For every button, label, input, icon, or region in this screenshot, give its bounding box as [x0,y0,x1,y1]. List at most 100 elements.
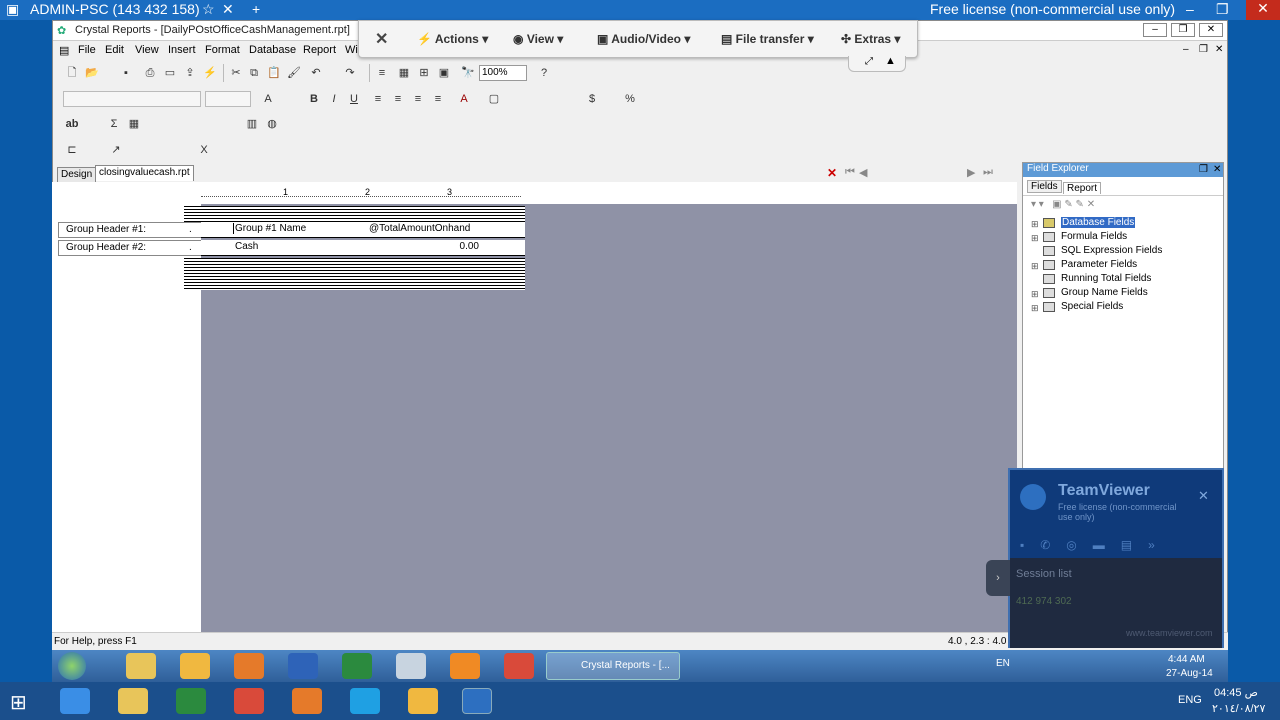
word-icon[interactable] [288,653,318,679]
star-icon[interactable]: ☆ [202,1,215,18]
close-tab-icon[interactable]: ✕ [222,1,234,18]
group-header-1-label[interactable]: Group Header #1: . [58,222,202,238]
next-page-icon[interactable]: ▶ [967,166,975,179]
close-icon[interactable]: ✕ [1246,0,1280,20]
chrome-icon[interactable] [504,653,534,679]
menu-window[interactable]: Wi [345,44,358,56]
percent-icon[interactable]: % [623,92,637,106]
report-explorer-icon[interactable]: ⊞ [417,66,431,80]
open-icon[interactable]: 📂 [85,66,99,80]
summary-icon[interactable]: Σ [107,117,121,131]
help-icon[interactable]: ? [537,66,551,80]
clock-date[interactable]: ٢٠١٤/٠٨/٢٧ [1212,702,1265,715]
repository-icon[interactable]: ▣ [437,66,451,80]
taskbar-crystal-reports[interactable]: Crystal Reports - [... [546,652,680,680]
prev-page-icon[interactable]: ◀ [859,166,867,179]
chrome-icon[interactable] [234,688,264,714]
format-painter-icon[interactable]: 🖌 [287,66,301,80]
grow-font-icon[interactable]: A [261,92,275,106]
export-icon[interactable]: ⇪ [183,66,197,80]
clock-date[interactable]: 27-Aug-14 [1166,668,1213,679]
outlook-icon[interactable] [408,688,438,714]
tv-panel-toggle[interactable]: › [986,560,1010,596]
close-session-icon[interactable]: ✕ [375,29,388,49]
tree-sql-expression-fields[interactable]: SQL Expression Fields [1061,245,1162,256]
group-expert-icon[interactable]: ⊏ [65,143,79,157]
media-player-icon[interactable] [450,653,480,679]
menu-edit[interactable]: Edit [105,44,124,56]
minimize-icon[interactable]: – [1143,23,1167,37]
mdi-close-icon[interactable]: ✕ [1215,44,1223,55]
font-size-select[interactable] [205,91,251,107]
menu-database[interactable]: Database [249,44,296,56]
tab-report[interactable]: Report [1063,182,1102,194]
restore-icon[interactable]: ❐ [1171,23,1195,37]
explorer-icon[interactable] [118,688,148,714]
tv-view-menu[interactable]: ◉ View ▾ [513,32,563,46]
copy-icon[interactable]: ⧉ [247,66,261,80]
menu-insert[interactable]: Insert [168,44,196,56]
group-tree-icon[interactable]: ≡ [375,66,389,80]
minimize-icon[interactable]: – [1186,1,1194,17]
tree-formula-fields[interactable]: Formula Fields [1061,231,1127,242]
print-icon[interactable]: ⎙ [143,66,157,80]
close-icon[interactable]: ✕ [1199,23,1223,37]
start-button[interactable] [58,652,86,680]
justify-icon[interactable]: ≡ [431,92,445,106]
align-left-icon[interactable]: ≡ [371,92,385,106]
mdi-restore-icon[interactable]: ❐ [1199,44,1208,55]
font-name-select[interactable] [63,91,201,107]
store-icon[interactable] [176,688,206,714]
chart-icon[interactable]: ▥ [245,117,259,131]
mdi-minimize-icon[interactable]: – [1183,44,1189,55]
formula-icon[interactable]: X [197,143,211,157]
underline-icon[interactable]: U [347,92,361,106]
tree-database-fields[interactable]: Database Fields [1061,217,1136,228]
pin-icon[interactable]: ❐ [1199,164,1208,175]
total-amount-field[interactable]: @TotalAmountOnhand [369,223,479,234]
tab-preview[interactable]: closingvaluecash.rpt [95,165,194,181]
tv-extras-menu[interactable]: ✣ Extras ▾ [841,32,900,46]
tv-actions-menu[interactable]: ⚡ Actions ▾ [417,32,488,46]
tree-parameter-fields[interactable]: Parameter Fields [1061,259,1137,270]
close-tab-icon[interactable]: ✕ [827,166,837,180]
skype-icon[interactable] [350,688,380,714]
input-language[interactable]: ENG [1178,694,1202,706]
field-explorer-icon[interactable]: ▦ [397,66,411,80]
undo-icon[interactable]: ↶ [309,66,323,80]
save-icon[interactable]: ▪ [119,66,133,80]
tree-special-fields[interactable]: Special Fields [1061,301,1123,312]
amount-field[interactable]: 0.00 [453,241,479,252]
firefox-icon[interactable] [234,653,264,679]
close-icon[interactable]: ✕ [1198,488,1209,504]
tab-fields[interactable]: Fields [1027,180,1062,193]
calculator-icon[interactable] [396,653,426,679]
select-expert-icon[interactable]: ↗ [109,143,123,157]
group-header-2-label[interactable]: Group Header #2: . [58,240,202,256]
menu-file[interactable]: File [78,44,96,56]
map-icon[interactable]: ◍ [265,117,279,131]
firefox-icon[interactable] [292,688,322,714]
ie-icon[interactable] [60,688,90,714]
border-icon[interactable]: ▢ [487,92,501,106]
cut-icon[interactable]: ✂ [229,66,243,80]
tab-design[interactable]: Design [57,167,97,183]
crosstab-icon[interactable]: ▦ [127,117,141,131]
redo-icon[interactable]: ↷ [343,66,357,80]
explorer-icon[interactable] [126,653,156,679]
bold-icon[interactable]: B [307,92,321,106]
find-icon[interactable]: 🔭 [461,66,475,80]
preview-icon[interactable]: ▭ [163,66,177,80]
tv-quick-icons[interactable]: ▪✆◎▬▤» [1020,538,1171,552]
teamviewer-taskbar-icon[interactable] [462,688,492,714]
close-icon[interactable]: ✕ [1213,164,1221,175]
fullscreen-icon[interactable]: ⤢ [865,56,873,67]
group-name-field[interactable]: Group #1 Name [233,223,321,234]
font-color-icon[interactable]: A [457,92,471,106]
refresh-icon[interactable]: ⚡ [203,66,217,80]
align-center-icon[interactable]: ≡ [391,92,405,106]
windows-start-icon[interactable]: ⊞ [10,690,27,715]
excel-icon[interactable] [342,653,372,679]
menu-report[interactable]: Report [303,44,336,56]
tree-running-total-fields[interactable]: Running Total Fields [1061,273,1151,284]
